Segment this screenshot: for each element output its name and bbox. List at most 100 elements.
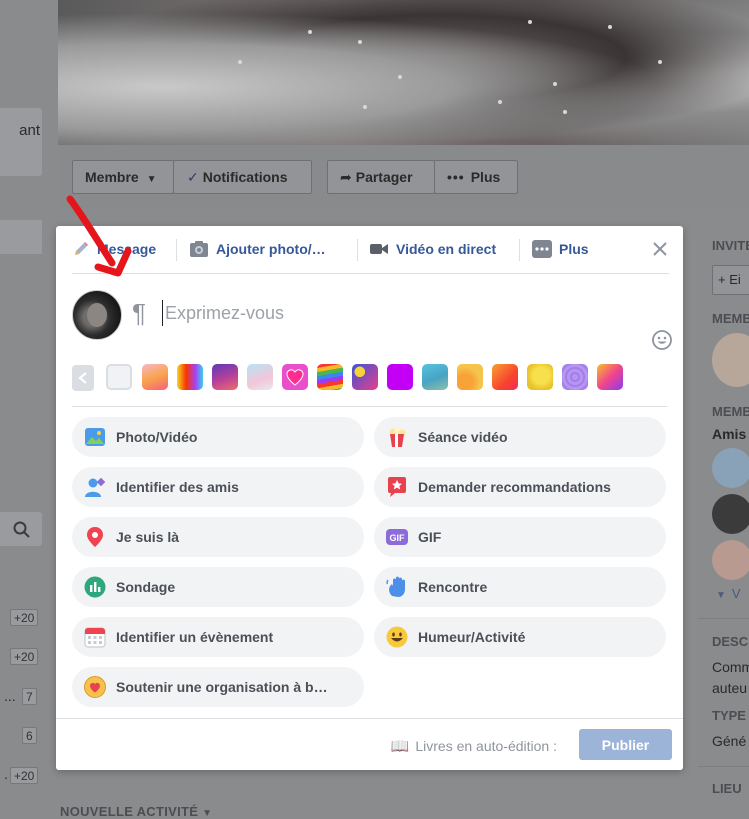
- tab-more[interactable]: Plus: [532, 238, 589, 260]
- share-button-label: Partager: [355, 169, 413, 185]
- wave-hand-icon: [386, 576, 405, 597]
- tab-divider: [176, 239, 177, 261]
- left-strip: [0, 220, 42, 254]
- action-label: Identifier des amis: [116, 479, 239, 495]
- action-tag-friends[interactable]: Identifier des amis: [72, 467, 364, 507]
- more-button[interactable]: ••• Plus: [434, 160, 518, 194]
- tab-divider: [519, 239, 520, 261]
- smiley-icon: [386, 626, 408, 648]
- camera-icon: [190, 241, 208, 257]
- swatch-landscape[interactable]: [422, 364, 448, 390]
- book-icon: 📖: [390, 738, 410, 755]
- action-label: Je suis là: [116, 529, 180, 545]
- truncated-text: .: [4, 766, 8, 782]
- action-ask-recommendations[interactable]: Demander recommandations: [374, 467, 666, 507]
- action-photo-video[interactable]: Photo/Vidéo: [72, 417, 364, 457]
- action-feeling-activity[interactable]: Humeur/Activité: [374, 617, 666, 657]
- action-tag-event[interactable]: Identifier un évènement: [72, 617, 364, 657]
- divider: [698, 766, 749, 767]
- composer-text-input[interactable]: [162, 300, 642, 326]
- count-badge: +20: [10, 609, 39, 626]
- swatch-lavender[interactable]: [562, 364, 588, 390]
- member-avatar[interactable]: [712, 333, 749, 387]
- share-button[interactable]: ➦ Partager: [327, 160, 435, 194]
- see-more-link[interactable]: ▼ V: [716, 586, 741, 601]
- action-label: Sondage: [116, 579, 176, 595]
- close-icon[interactable]: [651, 240, 669, 258]
- divider: [72, 406, 667, 407]
- swatch-yellow[interactable]: [527, 364, 553, 390]
- more-button-label: Plus: [470, 169, 501, 185]
- check-icon: ✓: [187, 169, 199, 185]
- photo-icon: [85, 428, 105, 446]
- swatch-gradient[interactable]: [597, 364, 623, 390]
- annotation-arrow-icon: [66, 195, 132, 277]
- user-avatar[interactable]: [72, 290, 122, 340]
- tab-divider: [357, 239, 358, 261]
- friend-avatar[interactable]: [712, 494, 749, 534]
- share-arrow-icon: ➦: [340, 169, 352, 185]
- action-poll[interactable]: Sondage: [72, 567, 364, 607]
- left-card-text: ant: [19, 122, 40, 139]
- invite-button[interactable]: + Ei: [712, 265, 749, 295]
- publish-button[interactable]: Publier: [579, 729, 672, 760]
- tab-more-label: Plus: [559, 241, 589, 257]
- friend-avatar[interactable]: [712, 540, 749, 580]
- post-composer-dialog: Message Ajouter photo/… Vidéo en direct …: [56, 226, 683, 770]
- emoji-picker-icon[interactable]: [651, 329, 673, 351]
- description-line: auteu: [712, 680, 748, 696]
- truncated-text: ...: [4, 688, 16, 704]
- action-support-nonprofit[interactable]: Soutenir une organisation à b…: [72, 667, 364, 707]
- swatch-violet[interactable]: [387, 364, 413, 390]
- notifications-button[interactable]: ✓ Notifications: [173, 160, 312, 194]
- chevron-left-icon: [78, 372, 87, 384]
- action-meet-up[interactable]: Rencontre: [374, 567, 666, 607]
- notifications-button-label: Notifications: [202, 169, 288, 185]
- action-label: Photo/Vidéo: [116, 429, 198, 445]
- donate-heart-icon: [84, 676, 106, 698]
- member-button[interactable]: Membre ▼: [72, 160, 174, 194]
- audience-label: Livres en auto-édition :: [415, 738, 557, 754]
- count-badge: +20: [10, 648, 39, 665]
- swatch-orange[interactable]: [457, 364, 483, 390]
- swatch-heart[interactable]: [282, 364, 308, 390]
- calendar-icon: [84, 627, 106, 648]
- count-badge: +20: [10, 767, 39, 784]
- left-search-button[interactable]: [0, 512, 42, 546]
- swatch-scroll-back-button[interactable]: [72, 365, 94, 391]
- tab-add-photo-label: Ajouter photo/…: [216, 241, 326, 257]
- members-header: MEMB: [712, 404, 749, 419]
- member-button-label: Membre: [85, 169, 139, 185]
- swatch-confetti[interactable]: [352, 364, 378, 390]
- action-gif[interactable]: GIF GIF: [374, 517, 666, 557]
- more-dots-icon: [532, 240, 552, 258]
- chevron-down-icon: ▼: [716, 590, 726, 601]
- see-more-label: V: [731, 586, 741, 601]
- location-header: LIEU: [712, 781, 742, 796]
- tab-live-video[interactable]: Vidéo en direct: [369, 238, 496, 260]
- more-dots-icon: •••: [447, 169, 465, 185]
- invite-header: INVITE: [712, 238, 749, 253]
- composer-tabs: Message Ajouter photo/… Vidéo en direct …: [72, 226, 669, 274]
- chevron-down-icon: ▼: [146, 174, 157, 185]
- audience-selector[interactable]: 📖 Livres en auto-édition :: [391, 737, 557, 755]
- swatch-purple[interactable]: [212, 364, 238, 390]
- tab-live-video-label: Vidéo en direct: [396, 241, 497, 257]
- tab-add-photo[interactable]: Ajouter photo/…: [189, 238, 326, 260]
- action-label: Séance vidéo: [418, 429, 508, 445]
- friend-avatar[interactable]: [712, 448, 749, 488]
- swatch-pride[interactable]: [317, 364, 343, 390]
- swatch-red-orange[interactable]: [492, 364, 518, 390]
- swatch-plain[interactable]: [106, 364, 132, 390]
- swatch-sunset[interactable]: [142, 364, 168, 390]
- action-check-in[interactable]: Je suis là: [72, 517, 364, 557]
- swatch-rainbow[interactable]: [177, 364, 203, 390]
- divider: [698, 618, 749, 619]
- action-watch-party[interactable]: Séance vidéo: [374, 417, 666, 457]
- members-header: MEMB: [712, 311, 749, 326]
- tag-friends-icon: [85, 477, 106, 497]
- activity-header[interactable]: NOUVELLE ACTIVITÉ ▼: [60, 804, 212, 819]
- type-value: Géné: [712, 733, 747, 749]
- swatch-pastel[interactable]: [247, 364, 273, 390]
- video-camera-icon: [370, 244, 388, 254]
